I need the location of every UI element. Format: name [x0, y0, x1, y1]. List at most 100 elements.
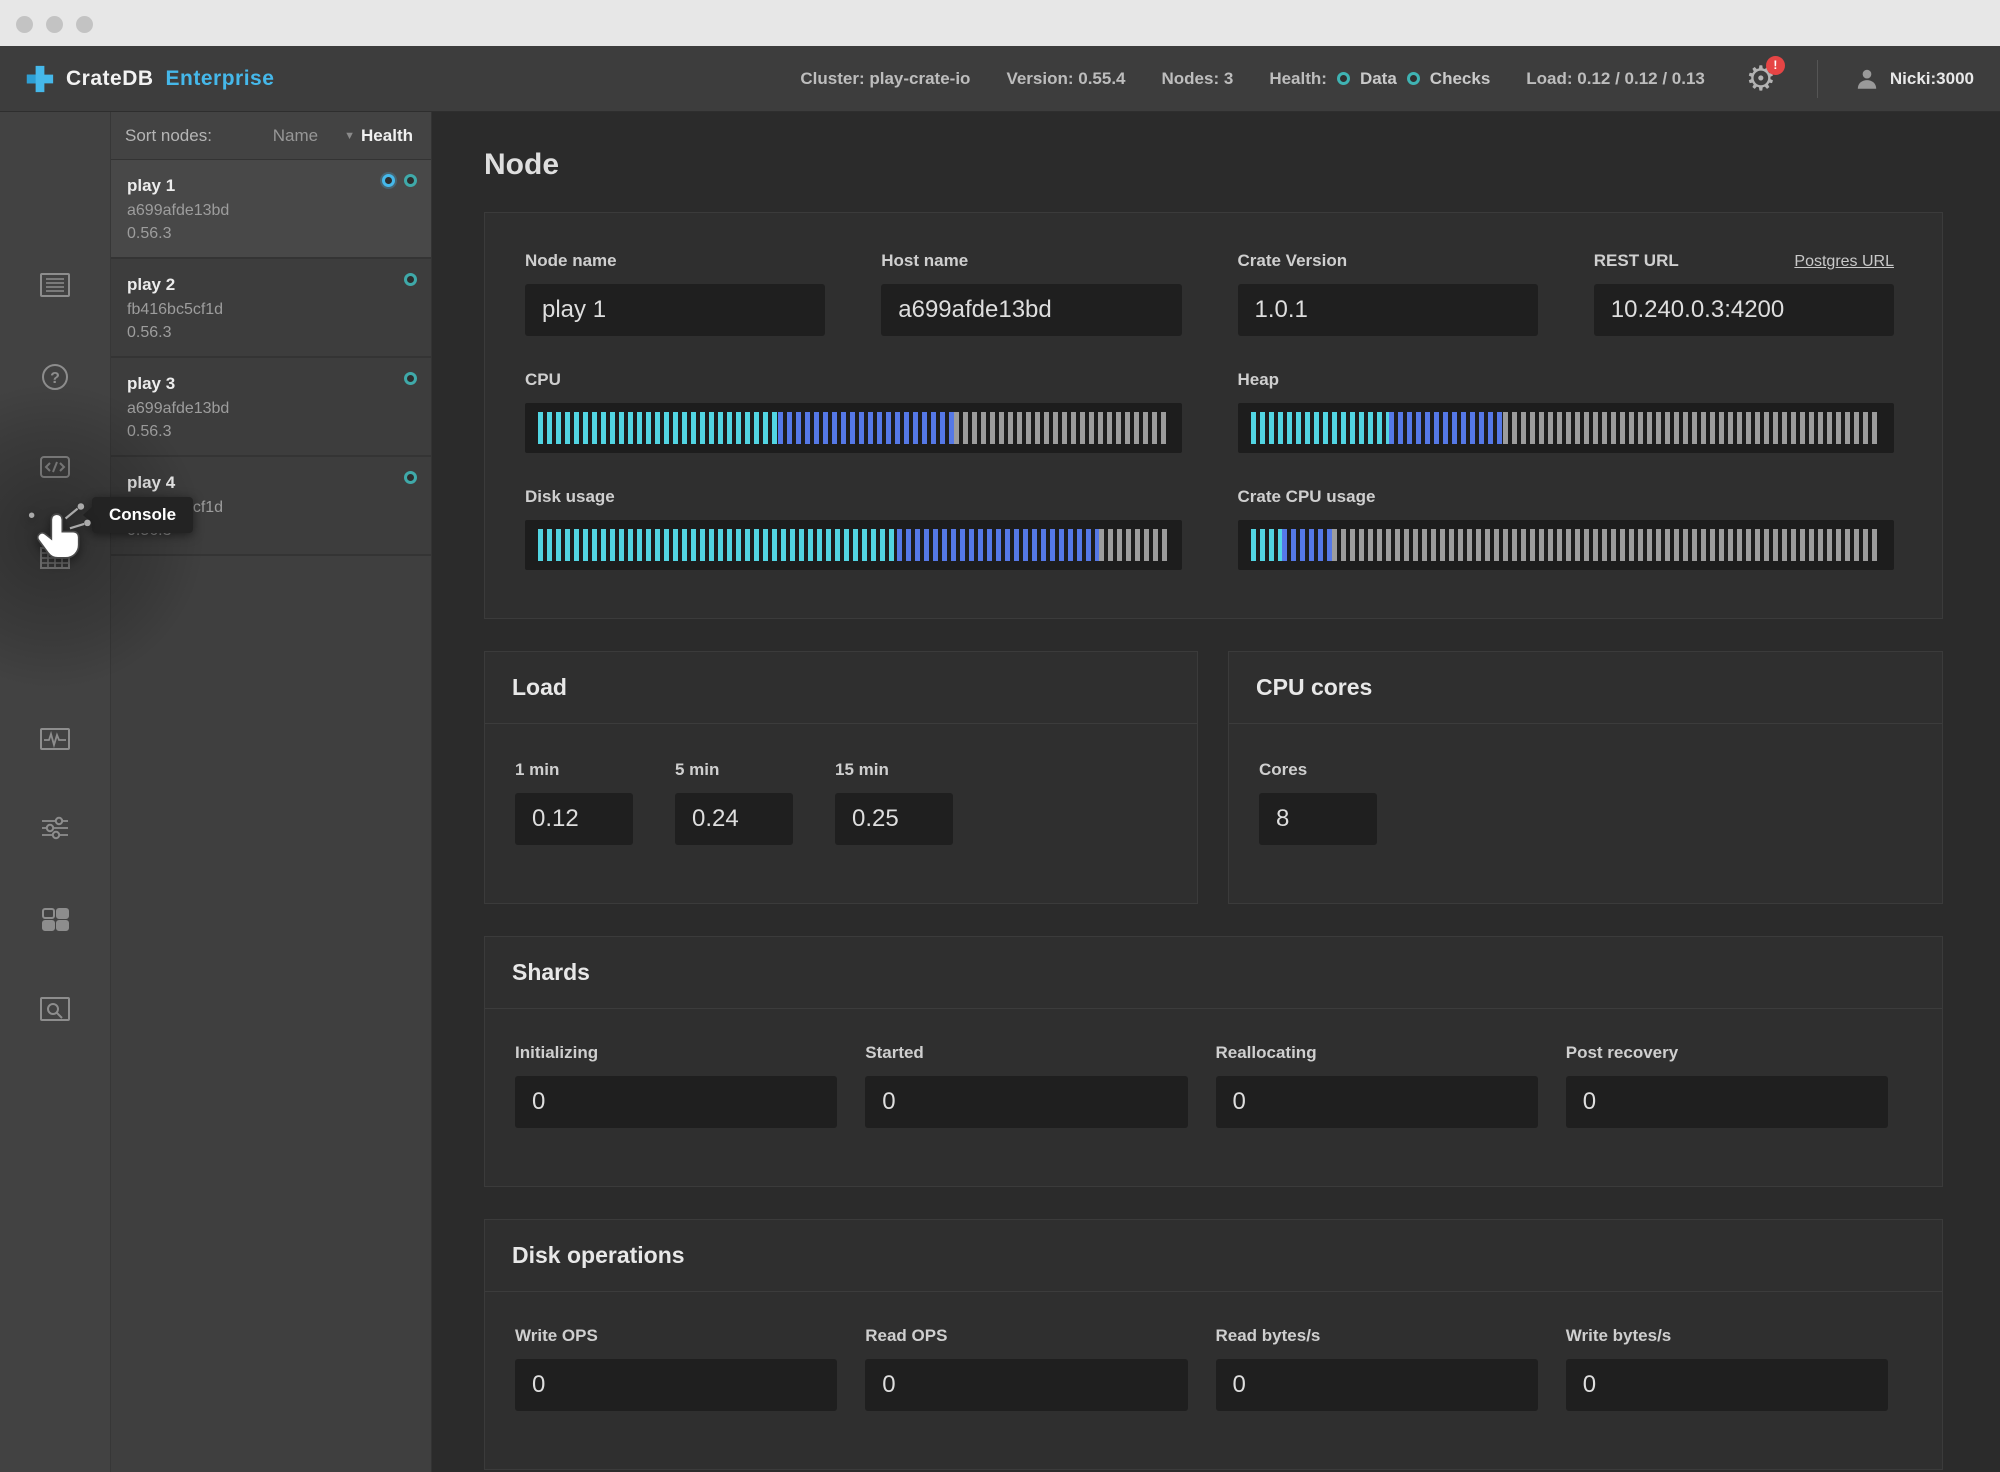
shards-post-recovery-field: Post recovery 0: [1566, 1043, 1888, 1128]
sort-label: Sort nodes:: [125, 126, 212, 146]
gauge-seg-rest: [1099, 529, 1168, 561]
field-value: 0: [1216, 1359, 1538, 1411]
user-name: Nicki:3000: [1890, 69, 1974, 89]
gauge-seg-cyan: [1251, 529, 1283, 561]
node-host: a699afde13bd: [127, 202, 413, 220]
shards-initializing-field: Initializing 0: [515, 1043, 837, 1128]
sidebar-item-monitoring[interactable]: [0, 710, 110, 768]
write-ops-field: Write OPS 0: [515, 1326, 837, 1411]
sidebar-item-tables[interactable]: [0, 529, 110, 587]
load-panel-title: Load: [485, 652, 1197, 724]
postgres-url-link[interactable]: Postgres URL: [1794, 253, 1894, 271]
alert-badge: !: [1766, 56, 1785, 75]
sliders-icon: [37, 810, 73, 846]
window-close-icon[interactable]: [16, 16, 33, 33]
gauge-seg-cyan: [538, 412, 778, 444]
node-info-panel: Node name play 1 Host name a699afde13bd …: [484, 212, 1943, 619]
field-label: Node name: [525, 251, 825, 271]
field-value: 0: [1566, 1359, 1888, 1411]
top-navbar: CrateDB Enterprise Cluster: play-crate-i…: [0, 46, 2000, 112]
read-bytes-field: Read bytes/s 0: [1216, 1326, 1538, 1411]
cratedb-logo-icon: [26, 65, 54, 93]
gauge-seg-rest: [1332, 529, 1881, 561]
health-checks-link[interactable]: Checks: [1430, 69, 1490, 89]
shards-reallocating-field: Reallocating 0: [1216, 1043, 1538, 1128]
disk-usage-gauge: Disk usage: [525, 487, 1182, 570]
gauge-seg-rest: [954, 412, 1168, 444]
window-minimize-icon[interactable]: [46, 16, 63, 33]
gauge-label: CPU: [525, 370, 1182, 390]
code-icon: [37, 449, 73, 485]
field-label: Started: [865, 1043, 1187, 1063]
sidebar-item-apps[interactable]: [0, 890, 110, 948]
node-name: play 1: [127, 176, 413, 196]
host-name-field: Host name a699afde13bd: [881, 251, 1181, 336]
brand-edition: Enterprise: [166, 67, 275, 91]
field-value: 0: [1566, 1076, 1888, 1128]
sidebar-item-overview[interactable]: [0, 256, 110, 314]
field-label: Reallocating: [1216, 1043, 1538, 1063]
node-list-item-play3[interactable]: play 3 a699afde13bd 0.56.3: [111, 358, 431, 457]
field-label: 15 min: [835, 760, 953, 780]
field-value: 0.12: [515, 793, 633, 845]
health-ok-icon: [404, 174, 417, 187]
navbar-status-group: Cluster: play-crate-io Version: 0.55.4 N…: [800, 59, 1974, 99]
navbar-divider: [1817, 60, 1818, 98]
gauge-seg-blue: [897, 529, 1099, 561]
sort-by-name-button[interactable]: Name: [273, 126, 318, 146]
gauge-seg-rest: [1503, 412, 1881, 444]
node-name: play 2: [127, 275, 413, 295]
brand[interactable]: CrateDB Enterprise: [26, 65, 274, 93]
cpu-cores-panel-title: CPU cores: [1229, 652, 1942, 724]
field-label: Write OPS: [515, 1326, 837, 1346]
field-value: 0.24: [675, 793, 793, 845]
load-1min-field: 1 min 0.12: [515, 760, 633, 845]
sidebar-item-help[interactable]: ?: [0, 348, 110, 406]
field-label: Read bytes/s: [1216, 1326, 1538, 1346]
nodes-count-status: Nodes: 3: [1162, 69, 1234, 89]
field-value: 0: [515, 1359, 837, 1411]
node-health-indicators: [404, 372, 417, 385]
node-name: play 3: [127, 374, 413, 394]
svg-text:?: ?: [50, 370, 60, 387]
sidebar-item-settings[interactable]: [0, 799, 110, 857]
field-label: Initializing: [515, 1043, 837, 1063]
node-list-item-play2[interactable]: play 2 fb416bc5cf1d 0.56.3: [111, 259, 431, 358]
field-label: Host name: [881, 251, 1181, 271]
node-health-indicators: [404, 273, 417, 286]
app-window: CrateDB Enterprise Cluster: play-crate-i…: [0, 0, 2000, 1472]
load-panel: Load 1 min 0.12 5 min 0.24 15 min 0.25: [484, 651, 1198, 904]
node-host: a699afde13bd: [127, 400, 413, 418]
health-ok-icon: [404, 471, 417, 484]
checks-health-icon: [1407, 72, 1420, 85]
help-icon: ?: [37, 359, 73, 395]
field-label: 5 min: [675, 760, 793, 780]
browser-search-icon: [37, 991, 73, 1027]
field-value: 0: [1216, 1076, 1538, 1128]
window-titlebar: [0, 0, 2000, 46]
health-label: Health:: [1269, 69, 1327, 89]
field-value: 1.0.1: [1238, 284, 1538, 336]
field-label: Write bytes/s: [1566, 1326, 1888, 1346]
write-bytes-field: Write bytes/s 0: [1566, 1326, 1888, 1411]
node-version: 0.56.3: [127, 225, 413, 243]
settings-button[interactable]: ⚙ !: [1741, 59, 1781, 99]
sidebar-item-code[interactable]: [0, 438, 110, 496]
node-list-item-play1[interactable]: play 1 a699afde13bd 0.56.3: [111, 160, 431, 259]
read-ops-field: Read OPS 0: [865, 1326, 1187, 1411]
node-host: fb416bc5cf1d: [127, 301, 413, 319]
sort-caret-icon: ▼: [344, 130, 355, 142]
screen-list-icon: [37, 267, 73, 303]
disk-operations-panel: Disk operations Write OPS 0 Read OPS 0 R…: [484, 1219, 1943, 1470]
node-list-panel: Sort nodes: Name ▼ Health play 1 a699afd…: [110, 112, 432, 1472]
sidebar-item-inspect[interactable]: [0, 980, 110, 1038]
page-title: Node: [484, 148, 1943, 182]
window-maximize-icon[interactable]: [76, 16, 93, 33]
sort-by-health-button[interactable]: ▼ Health: [344, 126, 413, 146]
health-data-link[interactable]: Data: [1360, 69, 1397, 89]
sidebar-item-console[interactable]: [0, 620, 110, 678]
node-version: 0.56.3: [127, 324, 413, 342]
gauge-seg-blue: [1282, 529, 1332, 561]
user-menu[interactable]: Nicki:3000: [1854, 66, 1974, 92]
main-content: Node Node name play 1 Host name a699afde…: [433, 112, 2000, 1472]
